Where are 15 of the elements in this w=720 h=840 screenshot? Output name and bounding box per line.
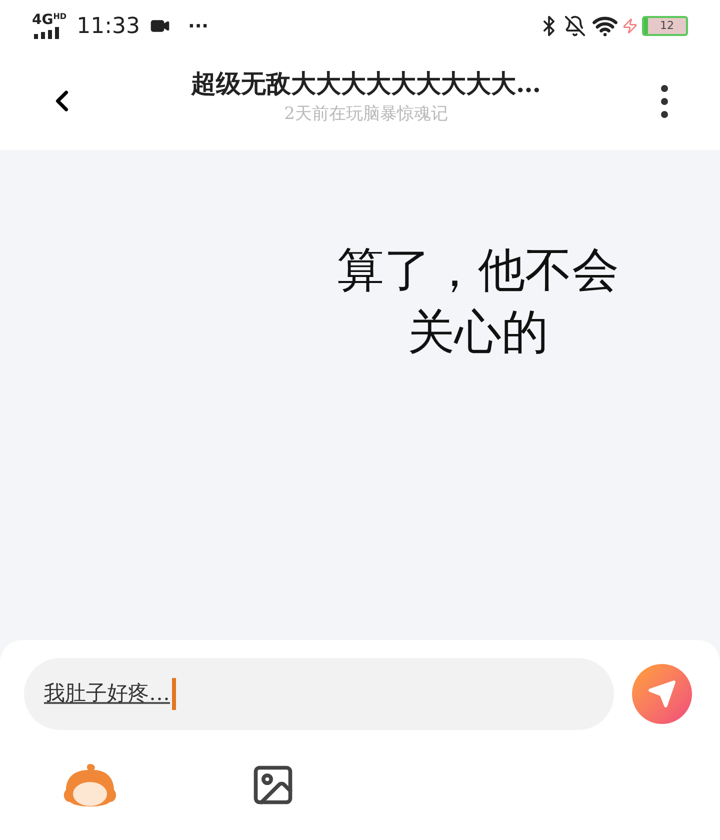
sticker-icon — [62, 762, 118, 808]
clock: 11:33 — [76, 12, 140, 40]
paper-plane-icon — [647, 679, 677, 709]
chat-subtitle: 2天前在玩脑暴惊魂记 — [284, 103, 448, 126]
input-value: 我肚子好疼… — [44, 680, 170, 708]
charging-icon — [622, 18, 638, 34]
network-label: 4G — [32, 13, 54, 27]
muted-bell-icon — [564, 15, 586, 37]
battery-level: 12 — [659, 18, 675, 34]
more-notifications: ··· — [188, 14, 208, 38]
message-text: 算了，他不会关心的 — [337, 243, 619, 360]
chat-title: 超级无敌大大大大大大大大大… — [191, 68, 541, 100]
signal-icon — [32, 27, 62, 39]
message-input[interactable]: 我肚子好疼… — [24, 658, 614, 730]
hd-label: HD — [53, 13, 67, 21]
